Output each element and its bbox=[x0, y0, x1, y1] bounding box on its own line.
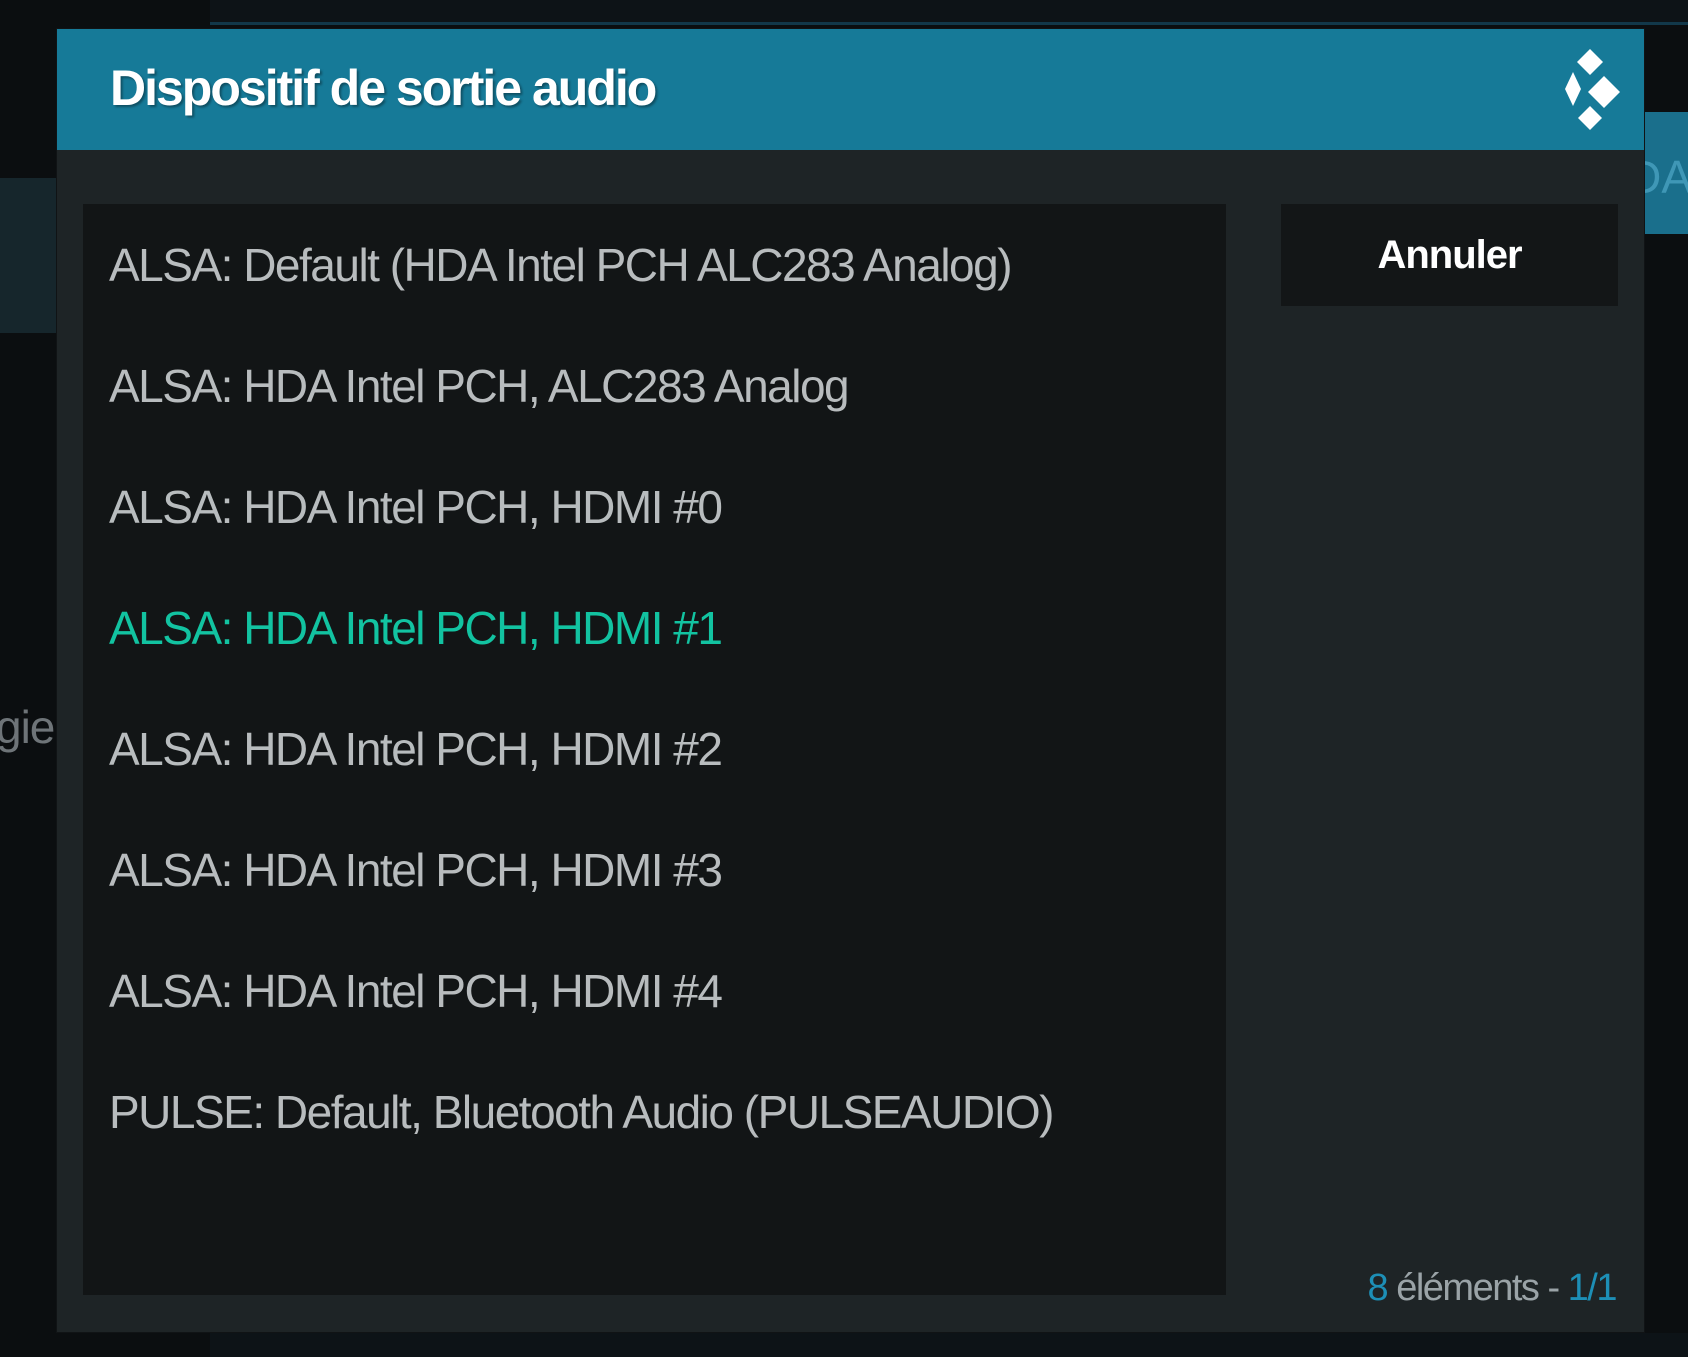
list-item-alsa-default[interactable]: ALSA: Default (HDA Intel PCH ALC283 Anal… bbox=[83, 204, 1226, 325]
list-item-label: ALSA: HDA Intel PCH, HDMI #1 bbox=[109, 601, 723, 654]
item-count-number: 8 bbox=[1367, 1267, 1389, 1309]
list-item-hdmi-0[interactable]: ALSA: HDA Intel PCH, HDMI #0 bbox=[83, 446, 1226, 567]
list-item-label: ALSA: HDA Intel PCH, HDMI #0 bbox=[109, 480, 723, 533]
list-item-label: ALSA: HDA Intel PCH, HDMI #2 bbox=[109, 722, 723, 775]
background-top-line bbox=[210, 22, 1688, 25]
background-top-strip bbox=[210, 0, 1688, 24]
list-item-hdmi-2[interactable]: ALSA: HDA Intel PCH, HDMI #2 bbox=[83, 688, 1226, 809]
list-item-label: ALSA: HDA Intel PCH, HDMI #3 bbox=[109, 843, 723, 896]
kodi-logo-icon bbox=[1565, 49, 1620, 130]
list-item-hdmi-3[interactable]: ALSA: HDA Intel PCH, HDMI #3 bbox=[83, 809, 1226, 930]
item-count-label: éléments - bbox=[1387, 1267, 1568, 1309]
list-item-label: PULSE: Default, Bluetooth Audio (PULSEAU… bbox=[109, 1085, 1054, 1138]
list-item-label: ALSA: HDA Intel PCH, HDMI #4 bbox=[109, 964, 723, 1017]
background-bottom-strip bbox=[210, 1333, 1688, 1357]
list-item-hdmi-1[interactable]: ALSA: HDA Intel PCH, HDMI #1 bbox=[83, 567, 1226, 688]
device-list: ALSA: Default (HDA Intel PCH ALC283 Anal… bbox=[83, 204, 1226, 1295]
dialog-header: Dispositif de sortie audio bbox=[57, 29, 1644, 150]
list-item-pulse-default[interactable]: PULSE: Default, Bluetooth Audio (PULSEAU… bbox=[83, 1051, 1226, 1172]
item-count: 8 éléments - 1/1 bbox=[1367, 1267, 1618, 1310]
list-item-label: ALSA: HDA Intel PCH, ALC283 Analog bbox=[109, 359, 850, 412]
background-left-panel bbox=[0, 178, 58, 333]
background-left-text: gie bbox=[0, 701, 55, 753]
list-item-hdmi-4[interactable]: ALSA: HDA Intel PCH, HDMI #4 bbox=[83, 930, 1226, 1051]
list-item-alsa-analog[interactable]: ALSA: HDA Intel PCH, ALC283 Analog bbox=[83, 325, 1226, 446]
dialog-title: Dispositif de sortie audio bbox=[110, 60, 657, 116]
page-indicator: 1/1 bbox=[1567, 1267, 1618, 1309]
cancel-button[interactable]: Annuler bbox=[1281, 204, 1618, 306]
audio-output-dialog: Dispositif de sortie audio ALSA: Default… bbox=[57, 29, 1644, 1332]
list-item-label: ALSA: Default (HDA Intel PCH ALC283 Anal… bbox=[109, 238, 1013, 291]
